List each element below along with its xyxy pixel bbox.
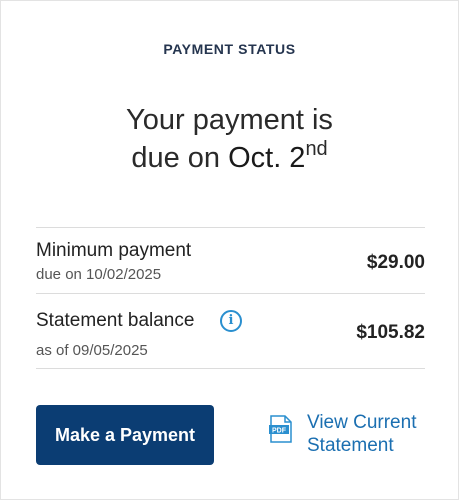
headline-due-date: Oct. 2 [228, 142, 306, 174]
statement-balance-amount: $105.82 [356, 322, 425, 343]
statement-balance-date: as of 09/05/2025 [36, 342, 148, 359]
make-payment-button[interactable]: Make a Payment [36, 405, 214, 465]
minimum-payment-due-date: due on 10/02/2025 [36, 266, 162, 283]
headline-line-2: due on Oct. 2nd [1, 139, 458, 177]
view-statement-label: View Current Statement [307, 412, 417, 456]
payment-status-card: PAYMENT STATUS Your payment is due on Oc… [0, 0, 459, 500]
statement-balance-label: Statement balance [36, 310, 195, 331]
minimum-payment-label: Minimum payment [36, 240, 192, 261]
minimum-payment-row: Minimum payment due on 10/02/2025 $29.00 [36, 227, 425, 293]
headline-line-1: Your payment is [126, 104, 333, 136]
due-date-headline: Your payment is due on Oct. 2nd [1, 101, 458, 177]
info-circle-icon[interactable]: i [220, 310, 242, 332]
pdf-document-icon: PDF [269, 415, 292, 443]
statement-balance-row: Statement balance i as of 09/05/2025 $10… [36, 293, 425, 369]
headline-date-suffix: nd [305, 138, 328, 160]
minimum-payment-amount: $29.00 [366, 252, 425, 273]
pdf-badge-text: PDF [272, 428, 287, 435]
headline-due-prefix: due on [131, 142, 229, 174]
section-title: PAYMENT STATUS [163, 41, 296, 57]
view-current-statement-link[interactable]: PDF View Current Statement [269, 411, 439, 463]
